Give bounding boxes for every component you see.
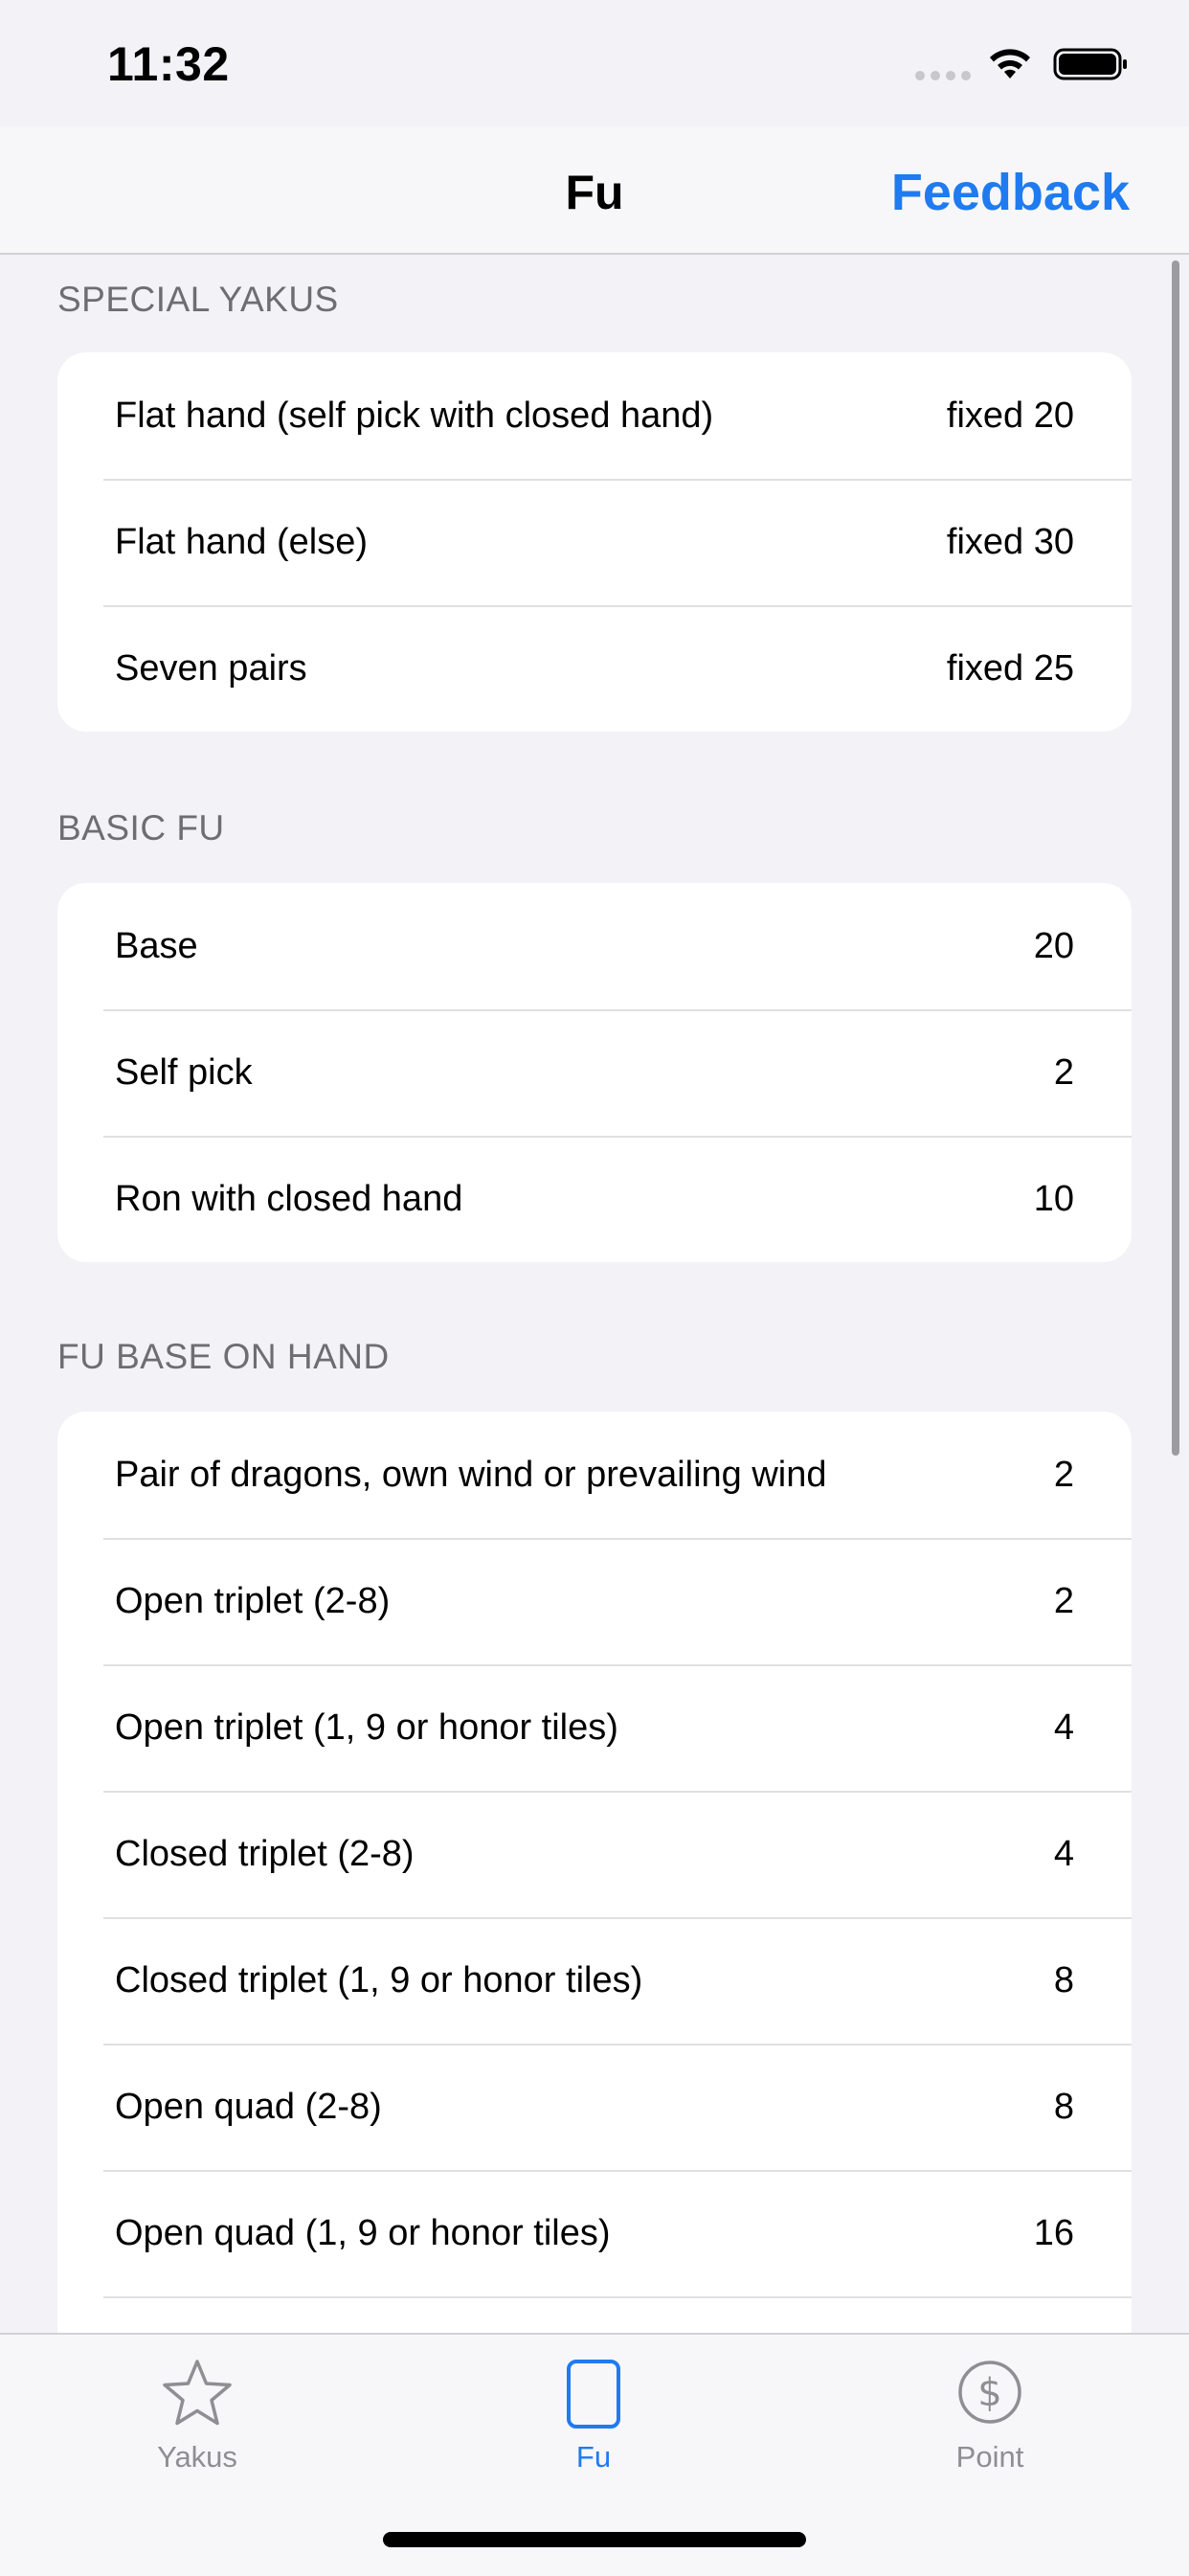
row-value: 2 xyxy=(1053,1580,1074,1621)
section-header-special-yakus: SPECIAL YAKUS xyxy=(57,280,339,319)
basic-fu-group: Base 20 Self pick 2 Ron with closed hand… xyxy=(57,883,1132,1262)
list-item: Open triplet (2-8) 2 xyxy=(57,1538,1132,1664)
row-value: 8 xyxy=(1053,2086,1074,2127)
row-value: fixed 20 xyxy=(946,395,1074,436)
row-label: Base xyxy=(115,925,198,966)
list-item: Closed triplet (1, 9 or honor tiles) 8 xyxy=(57,1917,1132,2044)
row-label: Open triplet (1, 9 or honor tiles) xyxy=(115,1706,618,1748)
tab-yakus[interactable]: Yakus xyxy=(101,2356,293,2474)
list-item: Open quad (1, 9 or honor tiles) 16 xyxy=(57,2170,1132,2296)
row-value: 2 xyxy=(1053,1454,1074,1495)
row-value: fixed 30 xyxy=(946,521,1074,562)
row-label: Closed triplet (1, 9 or honor tiles) xyxy=(115,1959,643,2000)
tab-label: Point xyxy=(955,2440,1024,2474)
list-item xyxy=(57,2296,1132,2333)
row-label: Flat hand (self pick with closed hand) xyxy=(115,395,714,436)
row-value: 20 xyxy=(1033,925,1074,966)
home-indicator[interactable] xyxy=(383,2532,806,2547)
row-value: 4 xyxy=(1053,1706,1074,1748)
list-item: Open triplet (1, 9 or honor tiles) 4 xyxy=(57,1664,1132,1791)
tab-fu[interactable]: Fu xyxy=(498,2356,689,2474)
cellular-signal-icon xyxy=(915,71,971,80)
row-value: 2 xyxy=(1053,1051,1074,1093)
row-label: Ron with closed hand xyxy=(115,1178,463,1219)
tab-label: Yakus xyxy=(157,2440,237,2474)
row-label: Open quad (1, 9 or honor tiles) xyxy=(115,2212,611,2253)
list-item: Open quad (2-8) 8 xyxy=(57,2044,1132,2170)
row-label: Open quad (2-8) xyxy=(115,2086,382,2127)
fu-base-on-hand-group: Pair of dragons, own wind or prevailing … xyxy=(57,1412,1132,2333)
row-value: 16 xyxy=(1033,2212,1074,2253)
dollar-circle-icon: $ xyxy=(958,2361,1021,2424)
section-header-basic-fu: BASIC FU xyxy=(57,808,225,847)
row-label: Closed triplet (2-8) xyxy=(115,1833,415,1874)
tab-label: Fu xyxy=(575,2440,612,2474)
feedback-button[interactable]: Feedback xyxy=(891,163,1130,222)
fu-list[interactable]: SPECIAL YAKUS Flat hand (self pick with … xyxy=(0,255,1189,2333)
row-label: Self pick xyxy=(115,1051,253,1093)
wifi-icon xyxy=(990,49,1030,79)
list-item: Seven pairs fixed 25 xyxy=(57,605,1132,732)
row-label: Seven pairs xyxy=(115,647,307,689)
tab-point[interactable]: $ Point xyxy=(894,2356,1086,2474)
list-item: Flat hand (else) fixed 30 xyxy=(57,479,1132,605)
row-label: Flat hand (else) xyxy=(115,521,369,562)
row-label: Open triplet (2-8) xyxy=(115,1580,391,1621)
row-label: Pair of dragons, own wind or prevailing … xyxy=(115,1454,827,1495)
scrollbar[interactable] xyxy=(1172,260,1179,1456)
list-item: Base 20 xyxy=(57,883,1132,1009)
row-value: 4 xyxy=(1053,1833,1074,1874)
row-value: 8 xyxy=(1053,1959,1074,2000)
row-value: fixed 25 xyxy=(946,647,1074,689)
list-item: Ron with closed hand 10 xyxy=(57,1136,1132,1262)
list-item: Closed triplet (2-8) 4 xyxy=(57,1791,1132,1917)
status-bar: 11:32 xyxy=(0,0,1189,126)
row-value: 10 xyxy=(1033,1178,1074,1219)
special-yakus-group: Flat hand (self pick with closed hand) f… xyxy=(57,352,1132,732)
list-item: Pair of dragons, own wind or prevailing … xyxy=(57,1412,1132,1538)
navigation-bar: Fu Feedback xyxy=(0,126,1189,255)
svg-text:$: $ xyxy=(977,2371,1001,2415)
list-item: Flat hand (self pick with closed hand) f… xyxy=(57,352,1132,479)
section-header-fu-base-on-hand: FU BASE ON HAND xyxy=(57,1337,390,1376)
list-item: Self pick 2 xyxy=(57,1009,1132,1136)
star-icon xyxy=(163,2360,232,2426)
status-time: 11:32 xyxy=(107,37,230,91)
battery-icon xyxy=(1053,48,1127,80)
tile-icon xyxy=(567,2360,620,2429)
